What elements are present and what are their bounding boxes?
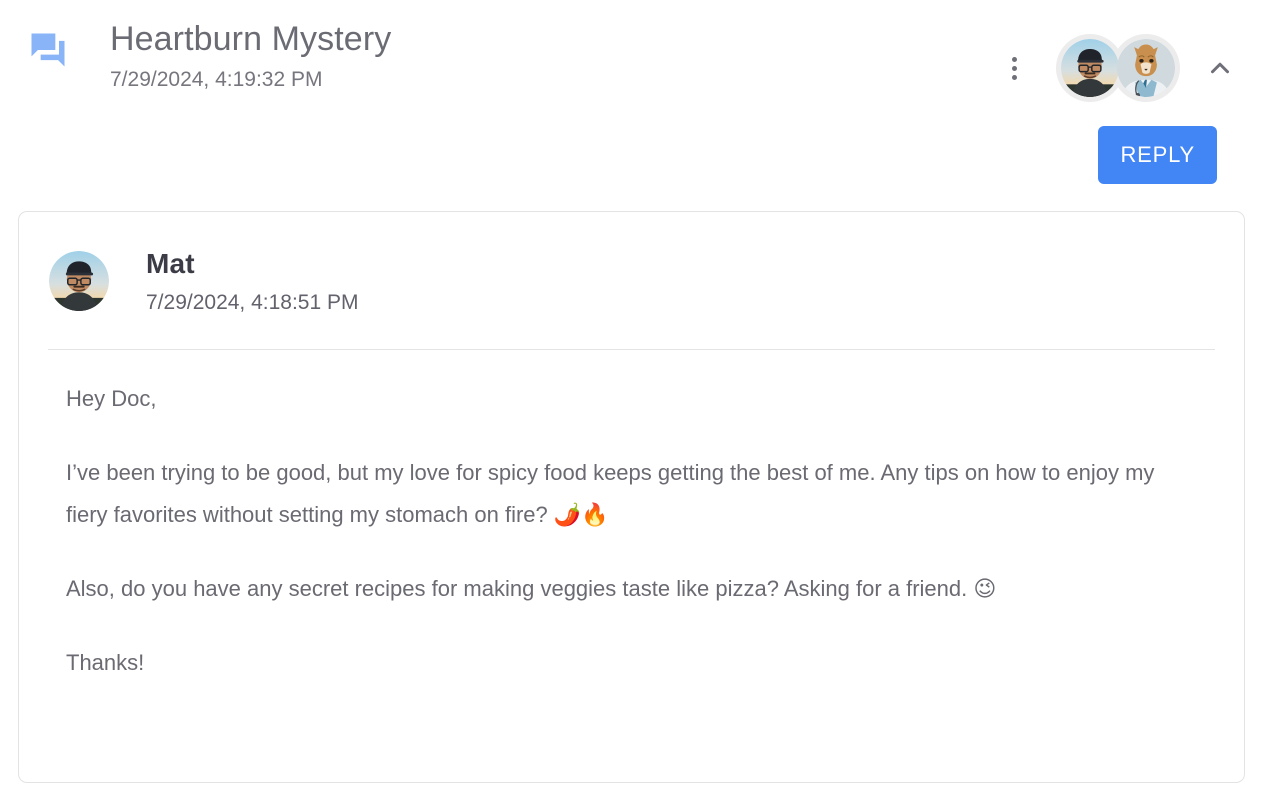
participant-avatars xyxy=(1056,34,1180,102)
message-header: Mat 7/29/2024, 4:18:51 PM xyxy=(19,212,1244,340)
message-timestamp: 7/29/2024, 4:18:51 PM xyxy=(146,291,359,314)
thread-view: Heartburn Mystery 7/29/2024, 4:19:32 PM xyxy=(0,0,1262,806)
message-body: Hey Doc, I’ve been trying to be good, bu… xyxy=(19,350,1244,684)
forum-icon xyxy=(26,28,70,72)
reply-action-row: REPLY xyxy=(1098,126,1217,184)
avatar xyxy=(1061,39,1119,97)
avatar-participant-doc[interactable] xyxy=(1112,34,1180,102)
more-vert-icon[interactable] xyxy=(994,48,1034,88)
avatar[interactable] xyxy=(49,251,109,311)
thread-header-text: Heartburn Mystery 7/29/2024, 4:19:32 PM xyxy=(110,18,391,94)
thread-header-actions xyxy=(994,18,1242,102)
message-card: Mat 7/29/2024, 4:18:51 PM Hey Doc, I’ve … xyxy=(18,211,1245,783)
avatar xyxy=(1117,39,1175,97)
avatar-participant-mat[interactable] xyxy=(1056,34,1124,102)
thread-header: Heartburn Mystery 7/29/2024, 4:19:32 PM xyxy=(0,0,1262,110)
chevron-up-icon[interactable] xyxy=(1198,46,1242,90)
message-author: Mat xyxy=(146,248,195,279)
message-paragraph: Hey Doc, xyxy=(66,386,157,411)
message-paragraph: Also, do you have any secret recipes for… xyxy=(66,576,997,601)
message-identity: Mat 7/29/2024, 4:18:51 PM xyxy=(146,247,359,317)
kebab-dot xyxy=(1011,56,1017,62)
message-paragraph: I’ve been trying to be good, but my love… xyxy=(66,460,1155,527)
kebab-dot xyxy=(1011,74,1017,80)
page-title: Heartburn Mystery xyxy=(110,20,392,58)
message-paragraph: Thanks! xyxy=(66,650,145,675)
reply-button[interactable]: REPLY xyxy=(1098,126,1217,184)
kebab-dot xyxy=(1011,65,1017,71)
thread-timestamp: 7/29/2024, 4:19:32 PM xyxy=(110,68,323,91)
